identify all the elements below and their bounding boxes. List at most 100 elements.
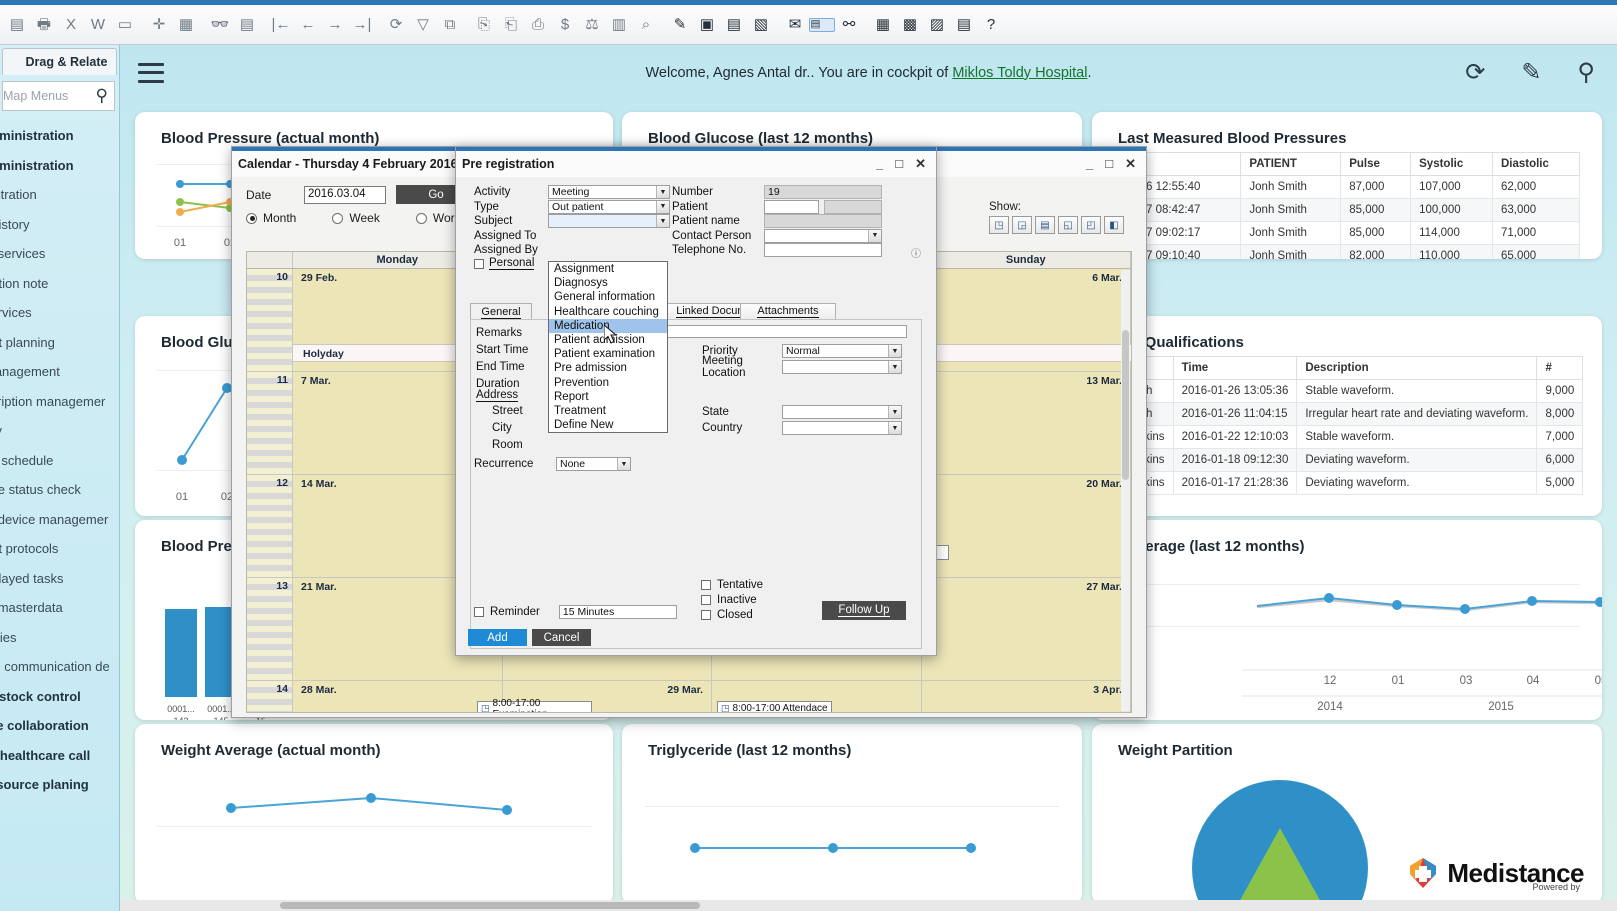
calendar-day-cell[interactable]: 27 Mar.	[921, 578, 1131, 680]
split-view-icon[interactable]: ▥	[606, 10, 632, 40]
sidebar-item-5[interactable]: nation note	[0, 269, 119, 299]
sidebar-item-13[interactable]: al device managemer	[0, 505, 119, 535]
follow-up-button[interactable]: Follow Up	[822, 601, 906, 620]
sidebar-item-17[interactable]: ivities	[0, 623, 119, 653]
sidebar-item-18[interactable]: ss, communication de	[0, 652, 119, 682]
sidebar-item-3[interactable]: t history	[0, 210, 119, 240]
help-icon[interactable]: ?	[978, 10, 1004, 40]
sidebar-item-11[interactable]: la, schedule	[0, 446, 119, 476]
calendar-event[interactable]: ◳8:00-17:00 Attendace	[717, 701, 832, 712]
telephone-input[interactable]	[764, 243, 882, 257]
chevron-down-icon[interactable]: ▼	[888, 345, 901, 357]
horizontal-scrollbar[interactable]	[120, 900, 1617, 911]
column-header[interactable]: PATIENT	[1240, 152, 1342, 176]
dropdown-option[interactable]: Patient examination	[549, 347, 667, 361]
patient-id-input[interactable]	[824, 199, 882, 214]
note-icon[interactable]: ▤	[4, 10, 30, 40]
radio-icon[interactable]	[332, 212, 344, 224]
calendar-scrollbar[interactable]	[1121, 270, 1130, 711]
sidebar-item-9[interactable]: scription managemer	[0, 387, 119, 417]
appointment-icon[interactable]: ◰	[1081, 216, 1101, 234]
table-row[interactable]: 01-27 09:10:40 Jonh Smith 82,000 110,000 65,…	[1113, 244, 1581, 259]
currency-icon[interactable]: $	[552, 10, 578, 40]
script-icon[interactable]: ▨	[924, 10, 950, 40]
pdf-export-icon[interactable]: ▭	[112, 10, 138, 40]
calendar-event[interactable]: ◳8:00-17:00 Examination	[477, 698, 592, 712]
dropdown-option[interactable]: Treatment	[549, 404, 667, 418]
report-icon[interactable]: ▦	[870, 10, 896, 40]
column-header[interactable]: Systolic	[1410, 152, 1493, 176]
calendar-scroll-thumb[interactable]	[1122, 330, 1129, 480]
dropdown-option[interactable]: Pre admission	[549, 361, 667, 375]
move-icon[interactable]: ✛	[146, 10, 172, 40]
note-icon[interactable]: ▤	[1035, 216, 1055, 234]
zoom-record-icon[interactable]: ⌕	[633, 10, 659, 40]
cancel-button[interactable]: Cancel	[532, 629, 591, 646]
priority-select[interactable]: Normal ▼	[782, 344, 902, 358]
contact-person-select[interactable]: ▼	[764, 228, 882, 243]
paste-record-icon[interactable]: ⎗	[498, 10, 524, 40]
close-icon[interactable]: ✕	[1125, 156, 1136, 172]
tab-attachments[interactable]: Attachments	[740, 303, 836, 320]
table-row[interactable]: 01-26 12:55:40 Jonh Smith 87,000 107,000 62,…	[1113, 175, 1581, 199]
dropdown-option[interactable]: General information	[549, 290, 667, 304]
table-row[interactable]: 01-27 08:42:47 Jonh Smith 85,000 100,000 63,…	[1113, 198, 1581, 222]
reminder-checkbox[interactable]	[474, 607, 484, 617]
sidebar-item-2[interactable]: gistration	[0, 180, 119, 210]
layout-icon[interactable]: ▩	[897, 10, 923, 40]
drag-and-relate-tab[interactable]: Drag & Relate	[2, 48, 117, 75]
next-record-icon[interactable]: →	[322, 10, 348, 40]
dropdown-option[interactable]: Report	[549, 390, 667, 404]
activity-select[interactable]: Meeting ▼	[548, 185, 670, 199]
prereg-title-bar[interactable]: Pre registration _ □ ✕	[456, 151, 936, 177]
country-select[interactable]: ▼	[782, 421, 902, 435]
tentative-checkbox[interactable]	[701, 579, 711, 590]
sidebar-item-21[interactable]: of healthcare call	[0, 741, 119, 771]
chevron-down-icon[interactable]: ▼	[888, 361, 901, 373]
group-icon[interactable]: ◲	[1012, 216, 1032, 234]
column-header[interactable]: #	[1536, 356, 1584, 380]
meeting-location-select[interactable]: ▼	[782, 360, 902, 374]
sort-icon[interactable]: ⧉	[437, 10, 463, 40]
search-icon[interactable]: ⚲	[1577, 60, 1595, 85]
column-header[interactable]: Diastolic	[1491, 152, 1581, 176]
document-icon[interactable]: ▤	[951, 10, 977, 40]
balance-icon[interactable]: ⚖	[579, 10, 605, 40]
column-header[interactable]: Description	[1296, 356, 1538, 380]
minimize-icon[interactable]: _	[876, 156, 883, 172]
personal-checkbox[interactable]	[474, 258, 484, 269]
inactive-checkbox[interactable]	[701, 594, 711, 605]
calendar-day-cell[interactable]: 20 Mar.	[921, 475, 1131, 577]
calendar-day-cell[interactable]: 3 Apr.	[921, 681, 1131, 712]
calendar-day-cell[interactable]: 28 Mar.	[293, 681, 503, 712]
subject-select[interactable]: ▼	[548, 214, 670, 228]
contact-person-info-icon[interactable]: ⓘ	[911, 245, 921, 260]
sidebar-item-6[interactable]: services	[0, 298, 119, 328]
sidebar-item-0[interactable]: administration	[0, 121, 119, 151]
hospital-link[interactable]: Miklos Toldy Hospital	[952, 65, 1087, 81]
edit-pencil-icon[interactable]: ✎	[667, 10, 693, 40]
settings-grid-icon[interactable]: ▣	[694, 10, 720, 40]
print-icon[interactable]: 🖶	[31, 10, 57, 40]
grid-lock-icon[interactable]: ▦	[173, 10, 199, 40]
personal-checkbox-row[interactable]: Personal	[474, 257, 535, 270]
table-row[interactable]: Hopkins2016-01-18 09:12:30Deviating wave…	[1114, 448, 1584, 472]
sidebar-item-12[interactable]: nce status check	[0, 475, 119, 505]
table-row[interactable]: Smith2016-01-26 11:04:15Irregular heart …	[1114, 402, 1584, 426]
first-record-icon[interactable]: |←	[268, 10, 294, 40]
reminder-value-input[interactable]: 15 Minutes	[558, 605, 677, 619]
checkbox-row-inactive[interactable]: Inactive	[701, 592, 763, 607]
sidebar-item-8[interactable]: management	[0, 357, 119, 387]
mail-icon[interactable]: ✉	[782, 10, 808, 40]
sidebar-item-4[interactable]: al services	[0, 239, 119, 269]
remarks-input[interactable]	[667, 325, 907, 338]
excel-export-icon[interactable]: X	[58, 10, 84, 40]
binoculars-search-icon[interactable]: 👓	[207, 10, 233, 40]
patient-name-input[interactable]	[764, 214, 882, 228]
calendar-view-month[interactable]: Month	[246, 211, 296, 225]
chevron-down-icon[interactable]: ▼	[888, 422, 901, 434]
chevron-down-icon[interactable]: ▼	[656, 200, 669, 213]
chevron-down-icon[interactable]: ▼	[868, 229, 881, 242]
dropdown-option[interactable]: Assignment	[549, 262, 667, 276]
add-button[interactable]: Add	[468, 629, 527, 646]
